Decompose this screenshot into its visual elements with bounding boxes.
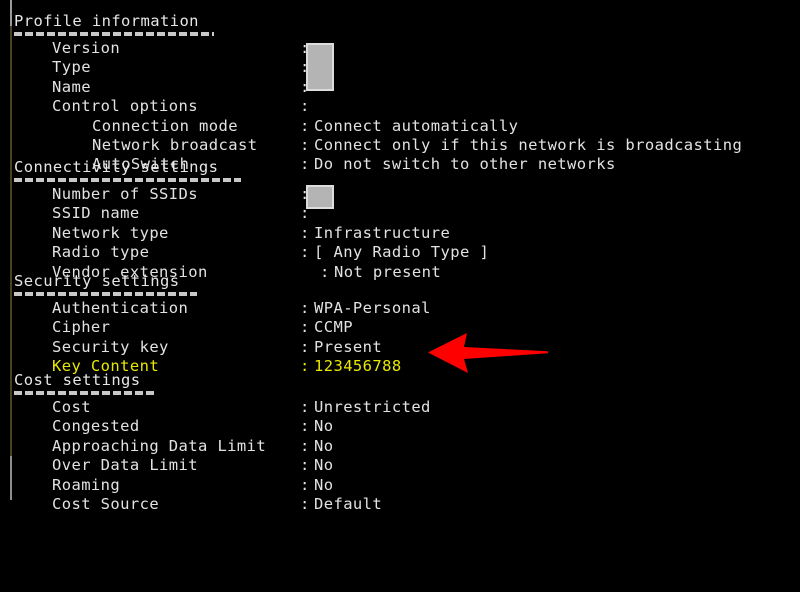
row-colon: : — [300, 97, 310, 116]
row-colon: : — [300, 417, 310, 436]
redaction-box-profile-identity — [306, 43, 334, 91]
row-value: Infrastructure — [314, 223, 451, 242]
table-row: Network type : Infrastructure — [0, 224, 800, 243]
section-rows: Version : Type : Name : Control options — [0, 39, 800, 175]
row-label: Connection mode — [92, 116, 238, 135]
table-row: Network broadcast : Connect only if this… — [0, 136, 800, 155]
row-colon: : — [300, 318, 310, 337]
row-value: [ Any Radio Type ] — [314, 243, 490, 262]
row-label: Cipher — [52, 318, 111, 337]
row-label: Network broadcast — [92, 135, 258, 154]
table-row: Radio type : [ Any Radio Type ] — [0, 243, 800, 262]
row-colon: : — [300, 135, 310, 154]
row-label: Type — [52, 58, 91, 77]
table-row: Over Data Limit : No — [0, 456, 800, 475]
table-row: Authentication : WPA-Personal — [0, 299, 800, 318]
section-cost-settings: Cost settings Cost : Unrestricted Conges… — [0, 371, 800, 514]
row-colon: : — [300, 436, 310, 455]
table-row: Cipher : CCMP — [0, 318, 800, 337]
table-row: Approaching Data Limit : No — [0, 437, 800, 456]
table-row: SSID name : — [0, 204, 800, 223]
console-window: Profile information Version : Type : Nam… — [0, 0, 800, 513]
row-value: Unrestricted — [314, 398, 431, 416]
table-row: Version : — [0, 39, 800, 58]
row-value: Connect only if this network is broadcas… — [314, 135, 743, 154]
row-label: Authentication — [52, 299, 189, 317]
row-label: Roaming — [52, 475, 121, 494]
section-title: Cost settings — [14, 371, 141, 389]
row-colon: : — [300, 398, 310, 416]
row-colon: : — [300, 223, 310, 242]
row-value: No — [314, 456, 334, 475]
section-underline — [14, 178, 241, 182]
section-title: Security settings — [14, 272, 180, 290]
row-value: No — [314, 475, 334, 494]
section-title: Profile information — [14, 12, 199, 30]
section-title: Connectivity settings — [14, 158, 219, 176]
table-row: Cost Source : Default — [0, 495, 800, 514]
row-value: Connect automatically — [314, 116, 519, 135]
row-value: Present — [314, 337, 383, 356]
section-rows: Authentication : WPA-Personal Cipher : C… — [0, 299, 800, 377]
table-row: Roaming : No — [0, 476, 800, 495]
row-colon: : — [300, 337, 310, 356]
row-colon: : — [300, 475, 310, 494]
row-label: Approaching Data Limit — [52, 436, 267, 455]
row-label: Over Data Limit — [52, 456, 198, 475]
row-value: No — [314, 417, 334, 436]
console-output: Profile information Version : Type : Nam… — [0, 0, 800, 513]
row-colon: : — [300, 299, 310, 317]
table-row: Security key : Present — [0, 338, 800, 357]
table-row: Number of SSIDs : — [0, 185, 800, 204]
row-value: CCMP — [314, 318, 353, 337]
table-row: Type : — [0, 58, 800, 77]
redaction-box-ssid-identity — [306, 185, 334, 209]
row-value: Default — [314, 494, 383, 513]
row-label: Network type — [52, 223, 169, 242]
row-value: WPA-Personal — [314, 299, 431, 317]
row-label: Cost — [52, 398, 91, 416]
section-underline — [14, 391, 154, 395]
section-rows: Number of SSIDs : SSID name : Network ty… — [0, 185, 800, 282]
section-rows: Cost : Unrestricted Congested : No Appro… — [0, 398, 800, 514]
section-underline — [14, 32, 214, 36]
row-label: Congested — [52, 417, 140, 436]
row-label: Control options — [52, 97, 198, 116]
row-colon: : — [300, 456, 310, 475]
section-connectivity-settings: Connectivity settings Number of SSIDs : … — [0, 158, 800, 282]
row-label: Name — [52, 77, 91, 96]
row-label: Security key — [52, 337, 169, 356]
row-label: SSID name — [52, 204, 140, 223]
row-label: Cost Source — [52, 494, 160, 513]
table-row: Cost : Unrestricted — [0, 398, 800, 417]
row-colon: : — [300, 116, 310, 135]
row-colon: : — [300, 494, 310, 513]
section-security-settings: Security settings Authentication : WPA-P… — [0, 272, 800, 377]
row-colon: : — [300, 243, 310, 262]
row-label: Number of SSIDs — [52, 185, 198, 203]
section-profile-information: Profile information Version : Type : Nam… — [0, 12, 800, 175]
table-row: Connection mode : Connect automatically — [0, 117, 800, 136]
table-row: Control options : — [0, 97, 800, 116]
table-row: Name : — [0, 78, 800, 97]
row-label: Version — [52, 39, 121, 57]
table-row: Congested : No — [0, 417, 800, 436]
row-label: Radio type — [52, 243, 150, 262]
row-value: No — [314, 436, 334, 455]
section-underline — [14, 292, 197, 296]
